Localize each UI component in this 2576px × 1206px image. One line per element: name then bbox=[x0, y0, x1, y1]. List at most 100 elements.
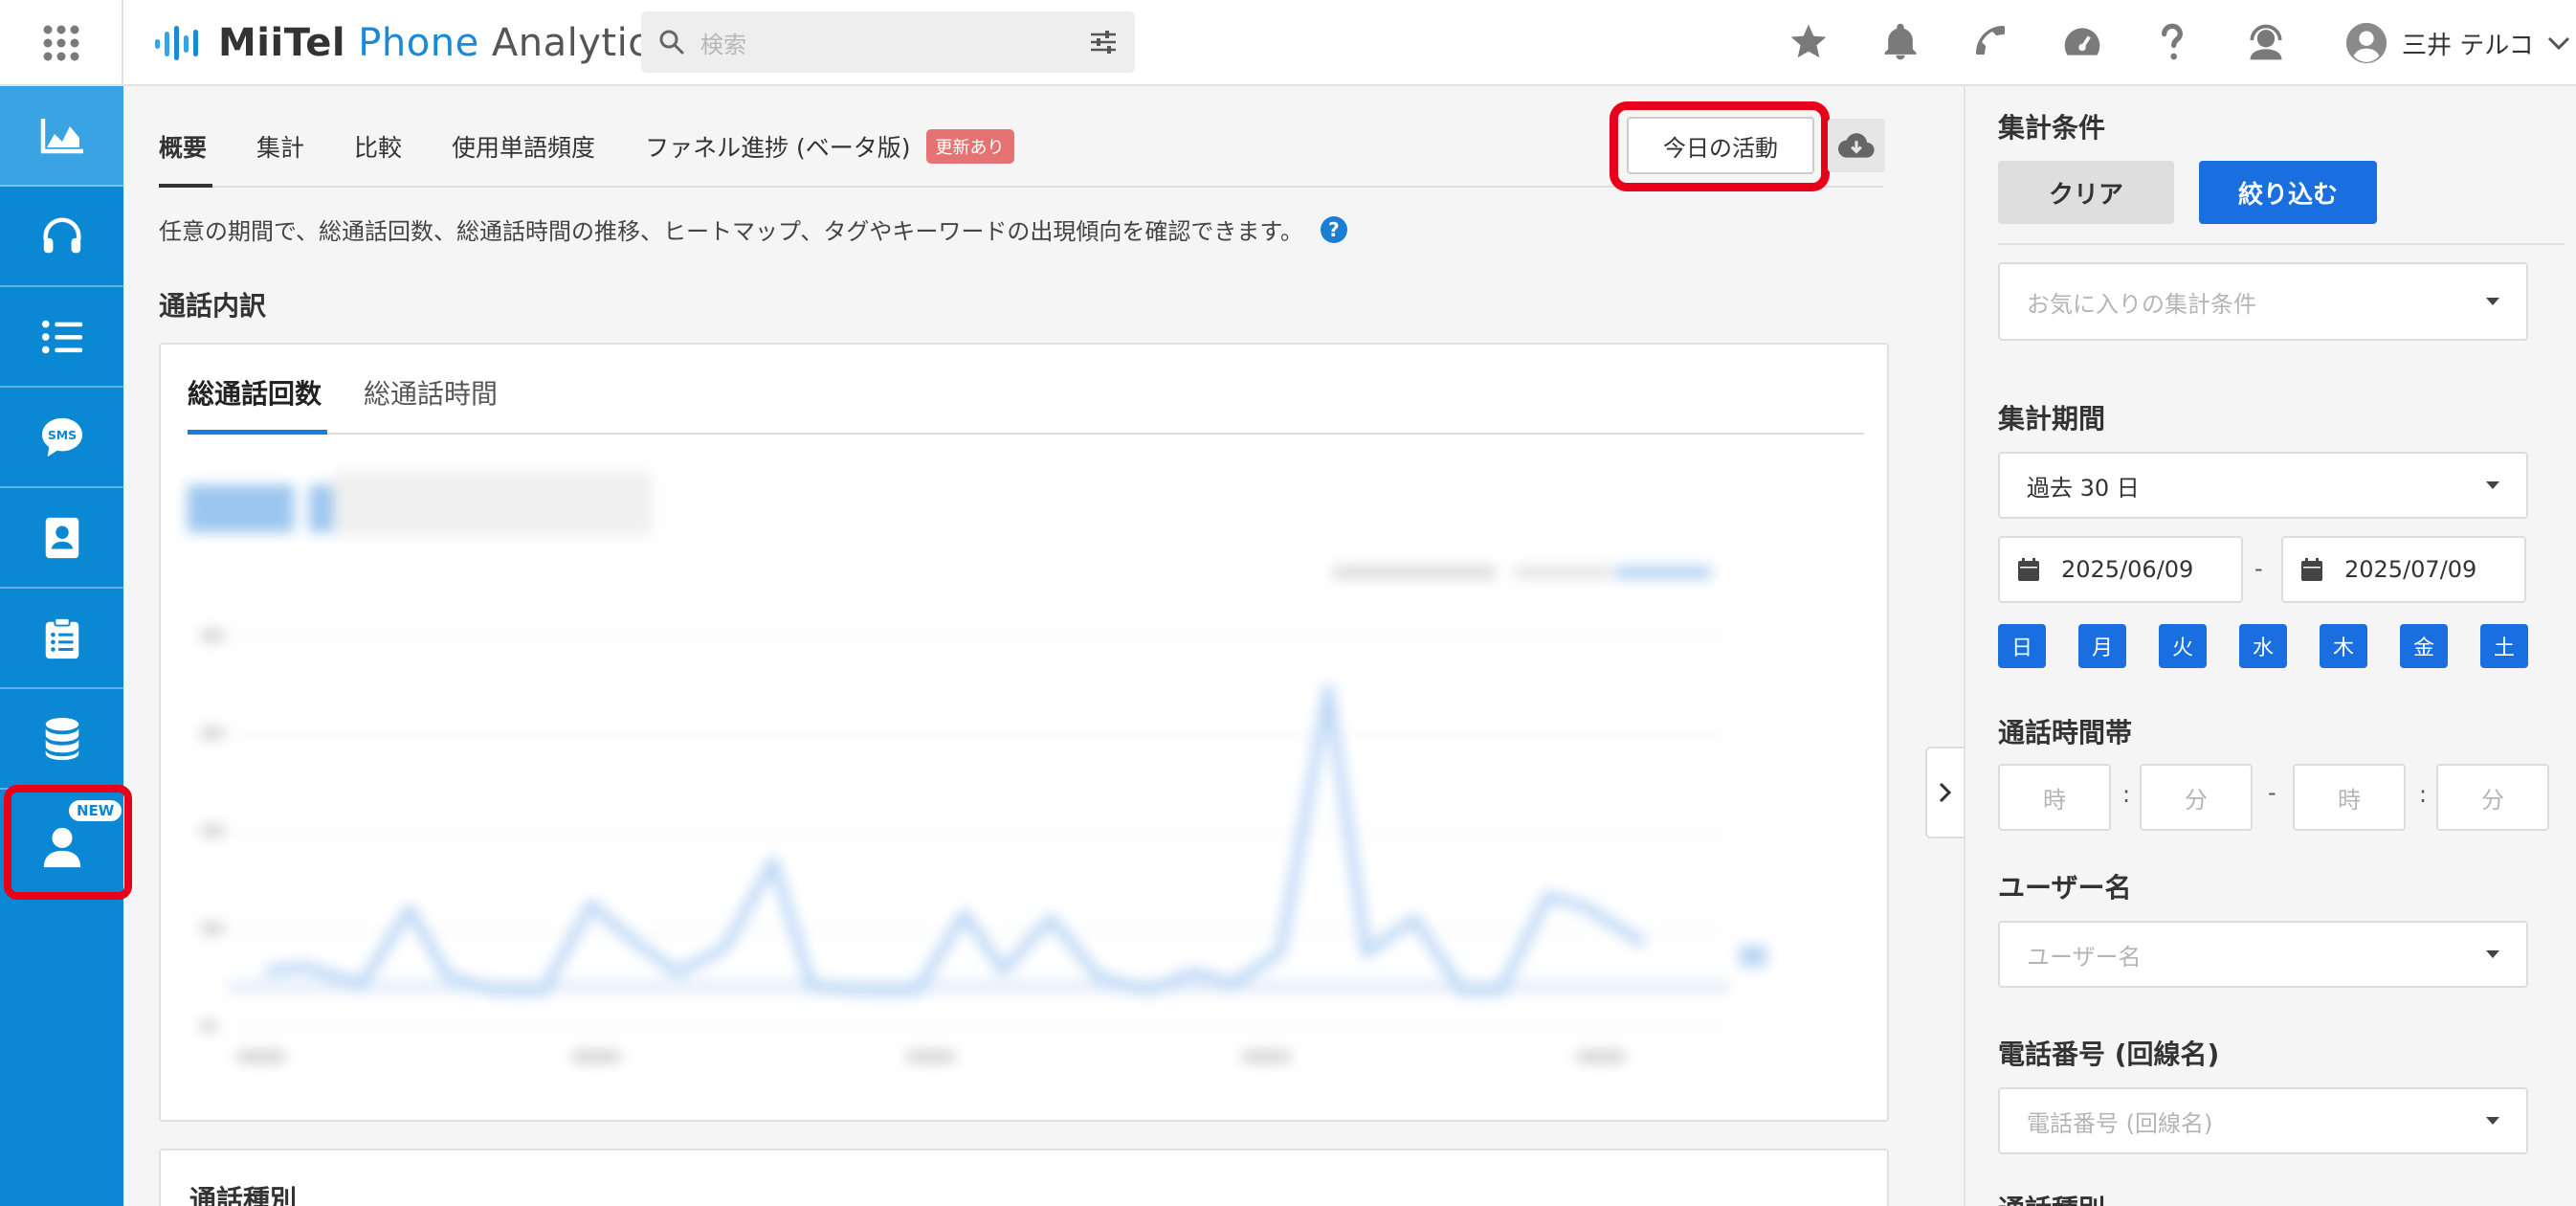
calendar-icon bbox=[2301, 558, 2322, 581]
day-sun-button[interactable]: 日 bbox=[1998, 624, 2046, 668]
tab-word-frequency[interactable]: 使用単語頻度 bbox=[452, 129, 595, 164]
help-question-icon[interactable] bbox=[2153, 21, 2191, 63]
call-type-label: 通話種別 bbox=[1998, 1189, 2105, 1206]
day-fri-button[interactable]: 金 bbox=[2400, 624, 2448, 668]
day-thu-button[interactable]: 木 bbox=[2320, 624, 2367, 668]
tab-active-indicator bbox=[159, 184, 212, 188]
description-text: 任意の期間で、総通話回数、総通話時間の推移、ヒートマップ、タグやキーワードの出現… bbox=[159, 218, 1303, 245]
svg-text:SMS: SMS bbox=[47, 427, 76, 441]
sidebar-item-reports[interactable] bbox=[0, 589, 123, 689]
dropdown-caret-icon bbox=[2486, 950, 2499, 958]
date-to-value: 2025/07/09 bbox=[2344, 556, 2477, 583]
sidebar-item-list[interactable] bbox=[0, 287, 123, 388]
clear-button[interactable]: クリア bbox=[1998, 161, 2174, 224]
download-button[interactable] bbox=[1828, 119, 1885, 172]
tab-funnel[interactable]: ファネル進捗 (ベータ版) bbox=[645, 129, 910, 164]
period-select[interactable]: 過去 30 日 bbox=[1998, 452, 2528, 519]
top-bar: MiiTel Phone Analytics 検索 三井 テルコ bbox=[0, 0, 2576, 86]
apply-filter-button[interactable]: 絞り込む bbox=[2199, 161, 2377, 224]
sidebar-item-database[interactable] bbox=[0, 689, 123, 790]
sidebar-item-calls[interactable] bbox=[0, 187, 123, 287]
favorite-conditions-placeholder: お気に入りの集計条件 bbox=[2027, 290, 2256, 318]
tab-overview[interactable]: 概要 bbox=[159, 129, 207, 164]
start-minute-input[interactable]: 分 bbox=[2140, 764, 2253, 831]
search-input[interactable]: 検索 bbox=[700, 26, 1089, 59]
phone-number-label: 電話番号 (回線名) bbox=[1998, 1038, 2220, 1070]
user-name-label: ユーザー名 bbox=[1998, 872, 2132, 904]
day-tue-button[interactable]: 火 bbox=[2159, 624, 2207, 668]
tab-total-call-count[interactable]: 総通話回数 bbox=[188, 373, 322, 412]
cloud-download-icon bbox=[1838, 133, 1875, 158]
end-minute-input[interactable]: 分 bbox=[2436, 764, 2549, 831]
section-title-call-breakdown: 通話内訳 bbox=[159, 290, 267, 322]
tab-compare[interactable]: 比較 bbox=[354, 129, 402, 164]
list-icon bbox=[41, 320, 82, 353]
new-badge: NEW bbox=[69, 800, 122, 821]
date-to-field[interactable]: 2025/07/09 bbox=[2281, 536, 2526, 603]
logo-phone: Phone bbox=[358, 21, 479, 65]
start-time-colon: : bbox=[2122, 781, 2131, 808]
search-bar[interactable]: 検索 bbox=[641, 11, 1135, 73]
date-from-field[interactable]: 2025/06/09 bbox=[1998, 536, 2243, 603]
headset-icon bbox=[42, 216, 81, 253]
end-time-colon: : bbox=[2419, 781, 2428, 808]
sidebar-nav: SMS bbox=[0, 86, 123, 1206]
tab-aggregate[interactable]: 集計 bbox=[256, 129, 304, 164]
calendar-icon bbox=[2018, 558, 2039, 581]
end-hour-input[interactable]: 時 bbox=[2293, 764, 2406, 831]
chevron-right-icon bbox=[1939, 782, 1952, 803]
app-grid-button[interactable] bbox=[0, 0, 123, 86]
sms-icon: SMS bbox=[41, 417, 82, 457]
phone-icon[interactable] bbox=[1971, 21, 2010, 59]
call-type-card: 通話種別 bbox=[159, 1149, 1889, 1206]
day-sat-button[interactable]: 土 bbox=[2480, 624, 2528, 668]
card-tab-active-indicator bbox=[188, 430, 327, 435]
dropdown-caret-icon bbox=[2486, 481, 2499, 489]
favorite-conditions-select[interactable]: お気に入りの集計条件 bbox=[1998, 262, 2528, 341]
dropdown-caret-icon bbox=[2486, 1117, 2499, 1125]
user-menu[interactable]: 三井 テルコ bbox=[2344, 17, 2572, 69]
main-tabs: 概要 集計 比較 使用単語頻度 ファネル進捗 (ベータ版) 更新あり bbox=[159, 124, 1014, 168]
filter-panel: 集計条件 クリア 絞り込む お気に入りの集計条件 集計期間 過去 30 日 20… bbox=[1964, 86, 2576, 1206]
call-breakdown-card: 総通話回数 総通話時間 ▇▇▇ ▇ bbox=[159, 343, 1889, 1122]
bell-icon[interactable] bbox=[1879, 21, 1921, 63]
phone-number-placeholder: 電話番号 (回線名) bbox=[2027, 1109, 2213, 1137]
star-icon[interactable] bbox=[1788, 21, 1830, 63]
sidebar-item-analytics[interactable] bbox=[0, 86, 123, 187]
app-logo[interactable]: MiiTel Phone Analytics bbox=[153, 17, 670, 69]
today-activity-button[interactable]: 今日の活動 bbox=[1627, 117, 1814, 174]
area-chart-icon bbox=[40, 118, 83, 153]
tab-total-call-duration[interactable]: 総通話時間 bbox=[364, 373, 498, 412]
day-mon-button[interactable]: 月 bbox=[2078, 624, 2126, 668]
help-icon[interactable]: ? bbox=[1320, 215, 1347, 243]
clipboard-icon bbox=[45, 616, 78, 659]
dashboard-gauge-icon[interactable] bbox=[2061, 21, 2103, 63]
grid-icon bbox=[43, 25, 78, 61]
avatar-icon bbox=[2345, 22, 2387, 64]
date-separator: - bbox=[2254, 555, 2263, 582]
user-name-select[interactable]: ユーザー名 bbox=[1998, 921, 2528, 988]
support-agent-icon[interactable] bbox=[2245, 21, 2287, 63]
sidebar-item-contacts[interactable] bbox=[0, 488, 123, 589]
database-icon bbox=[45, 717, 78, 760]
blurred-line-chart bbox=[201, 630, 1766, 1062]
phone-number-select[interactable]: 電話番号 (回線名) bbox=[1998, 1087, 2528, 1154]
card-tabs-divider bbox=[188, 433, 1864, 435]
search-icon bbox=[659, 30, 684, 55]
day-wed-button[interactable]: 水 bbox=[2239, 624, 2287, 668]
updated-badge: 更新あり bbox=[925, 129, 1014, 164]
logo-miitel: MiiTel bbox=[218, 21, 346, 65]
filter-title: 集計条件 bbox=[1998, 112, 2106, 144]
blurred-chart-area: ▇▇▇ ▇ bbox=[161, 440, 1891, 1124]
user-name: 三井 テルコ bbox=[2402, 31, 2534, 60]
contact-card-icon bbox=[45, 517, 78, 558]
sidebar-item-sms[interactable]: SMS bbox=[0, 388, 123, 488]
start-hour-input[interactable]: 時 bbox=[1998, 764, 2111, 831]
user-name-placeholder: ユーザー名 bbox=[2027, 943, 2142, 971]
time-range-separator: - bbox=[2268, 779, 2276, 806]
panel-collapse-button[interactable] bbox=[1925, 747, 1964, 838]
filter-divider bbox=[1998, 243, 2565, 245]
filter-settings-icon[interactable] bbox=[1089, 30, 1118, 55]
page-description: 任意の期間で、総通話回数、総通話時間の推移、ヒートマップ、タグやキーワードの出現… bbox=[159, 212, 1347, 246]
card-tabs: 総通話回数 総通話時間 bbox=[188, 373, 540, 412]
